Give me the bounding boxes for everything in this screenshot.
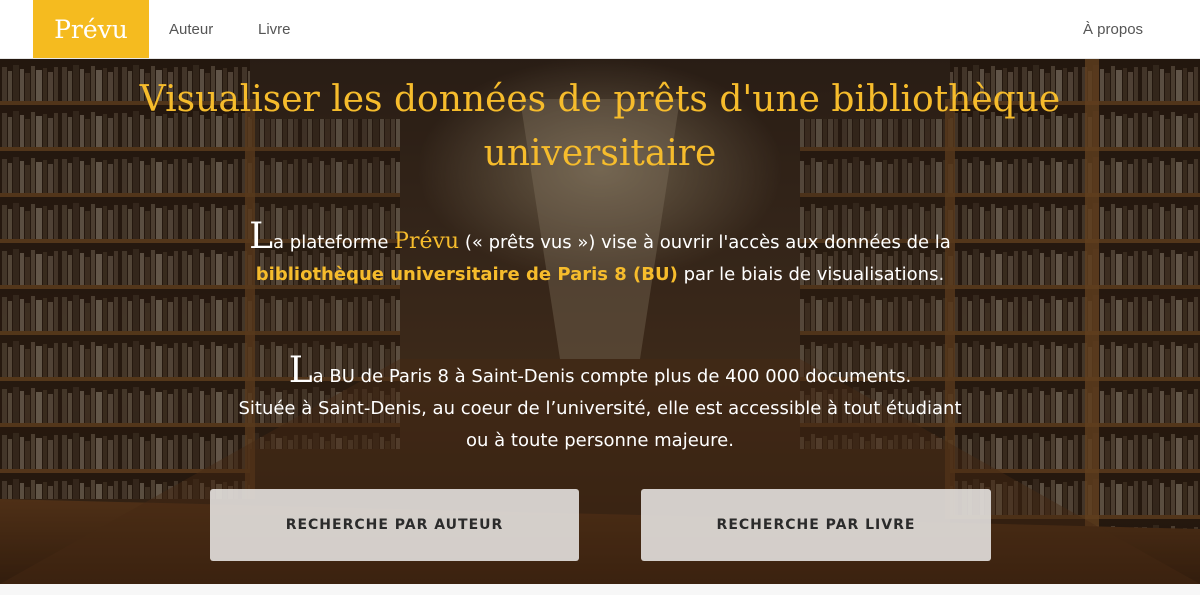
search-by-book-button[interactable]: RECHERCHE PAR LIVRE: [641, 489, 991, 561]
brand-logo-link[interactable]: Prévu: [33, 0, 149, 58]
dropcap-letter-2: L: [288, 350, 313, 391]
intro-text-middle: (« prêts vus ») vise à ouvrir l'accès au…: [459, 232, 951, 253]
intro-text-end: par le biais de visualisations.: [677, 264, 945, 285]
library-info-line-2: Située à Saint-Denis, au coeur de l’univ…: [238, 398, 962, 451]
page-title: Visualiser les données de prêts d'une bi…: [139, 79, 1061, 174]
intro-paragraph: La plateforme Prévu (« prêts vus ») vise…: [230, 219, 970, 291]
search-by-author-button[interactable]: RECHERCHE PAR AUTEUR: [210, 489, 579, 561]
nav-link-auteur[interactable]: Auteur: [169, 0, 213, 59]
footer-strip: [0, 584, 1200, 595]
intro-highlight-bu: bibliothèque universitaire de Paris 8 (B…: [255, 264, 678, 285]
nav-link-livre[interactable]: Livre: [258, 0, 291, 59]
hero-section: Visualiser les données de prêts d'une bi…: [0, 59, 1200, 584]
navbar: Prévu Auteur Livre À propos: [0, 0, 1200, 59]
nav-link-a-propos[interactable]: À propos: [1083, 0, 1143, 59]
library-info-line-1: a BU de Paris 8 à Saint-Denis compte plu…: [312, 366, 912, 387]
library-info-paragraph: La BU de Paris 8 à Saint-Denis compte pl…: [230, 353, 970, 457]
intro-text-start: a plateforme: [273, 232, 395, 253]
dropcap-letter: L: [249, 216, 274, 257]
intro-brand-name: Prévu: [394, 229, 460, 254]
